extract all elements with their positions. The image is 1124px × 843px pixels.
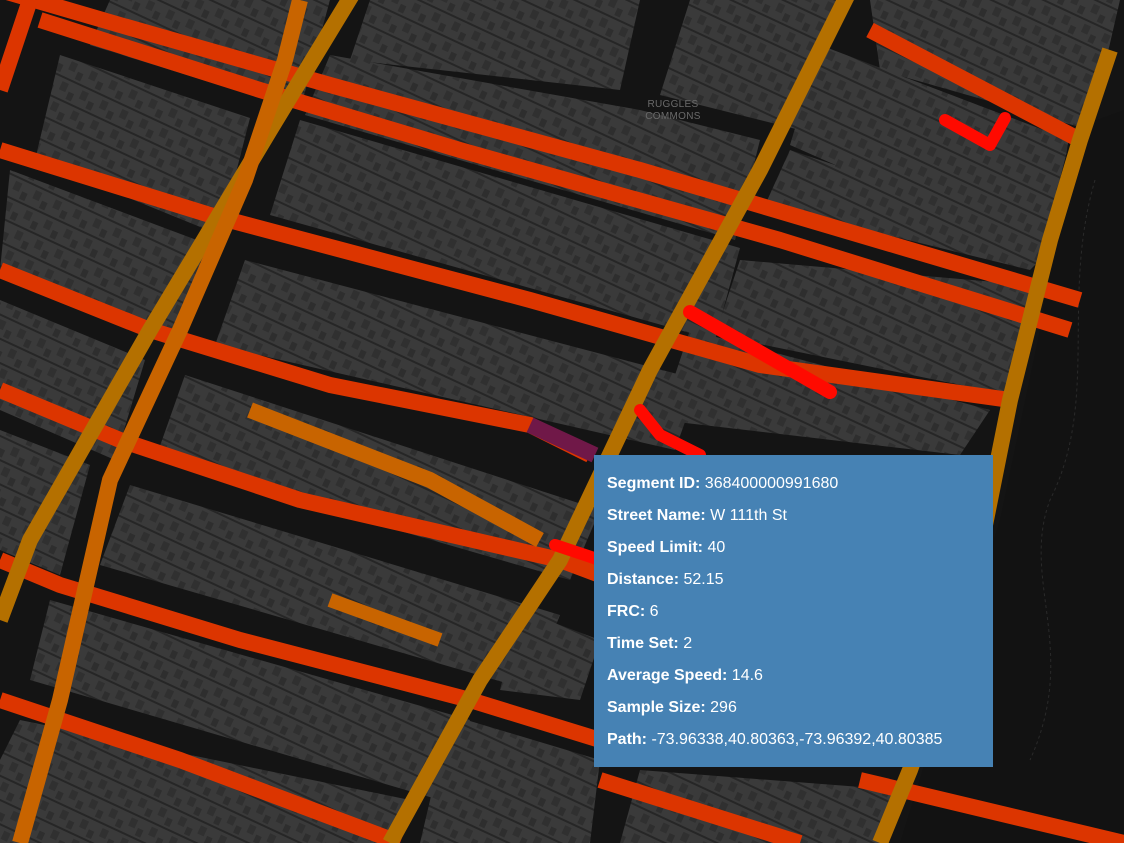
distance-label: Distance: xyxy=(607,571,680,588)
average-speed-label: Average Speed: xyxy=(607,667,728,684)
frc-label: FRC: xyxy=(607,603,646,620)
path-label: Path: xyxy=(607,731,647,748)
street-name-label: Street Name: xyxy=(607,507,706,524)
frc-value: 6 xyxy=(649,603,659,620)
speed-limit-value: 40 xyxy=(707,539,726,556)
sample-size-label: Sample Size: xyxy=(607,699,706,716)
tooltip-row-speed-limit: Speed Limit: 40 xyxy=(607,537,981,569)
segment-id-value: 368400000991680 xyxy=(704,475,839,492)
sample-size-value: 296 xyxy=(710,699,737,716)
tooltip-row-sample-size: Sample Size: 296 xyxy=(607,697,981,729)
path-value: -73.96338,40.80363,-73.96392,40.80385 xyxy=(651,731,943,748)
tooltip-row-path: Path: -73.96338,40.80363,-73.96392,40.80… xyxy=(607,729,981,761)
tooltip-row-average-speed: Average Speed: 14.6 xyxy=(607,665,981,697)
segment-tooltip: Segment ID: 368400000991680 Street Name:… xyxy=(594,455,993,767)
average-speed-value: 14.6 xyxy=(731,667,763,684)
tooltip-row-frc: FRC: 6 xyxy=(607,601,981,633)
tooltip-row-segment-id: Segment ID: 368400000991680 xyxy=(607,473,981,505)
distance-value: 52.15 xyxy=(683,571,724,588)
street-name-value: W 111th St xyxy=(710,507,787,524)
time-set-value: 2 xyxy=(683,635,693,652)
tooltip-row-time-set: Time Set: 2 xyxy=(607,633,981,665)
tooltip-row-street-name: Street Name: W 111th St xyxy=(607,505,981,537)
tooltip-row-distance: Distance: 52.15 xyxy=(607,569,981,601)
speed-limit-label: Speed Limit: xyxy=(607,539,704,556)
time-set-label: Time Set: xyxy=(607,635,679,652)
segment-id-label: Segment ID: xyxy=(607,475,701,492)
